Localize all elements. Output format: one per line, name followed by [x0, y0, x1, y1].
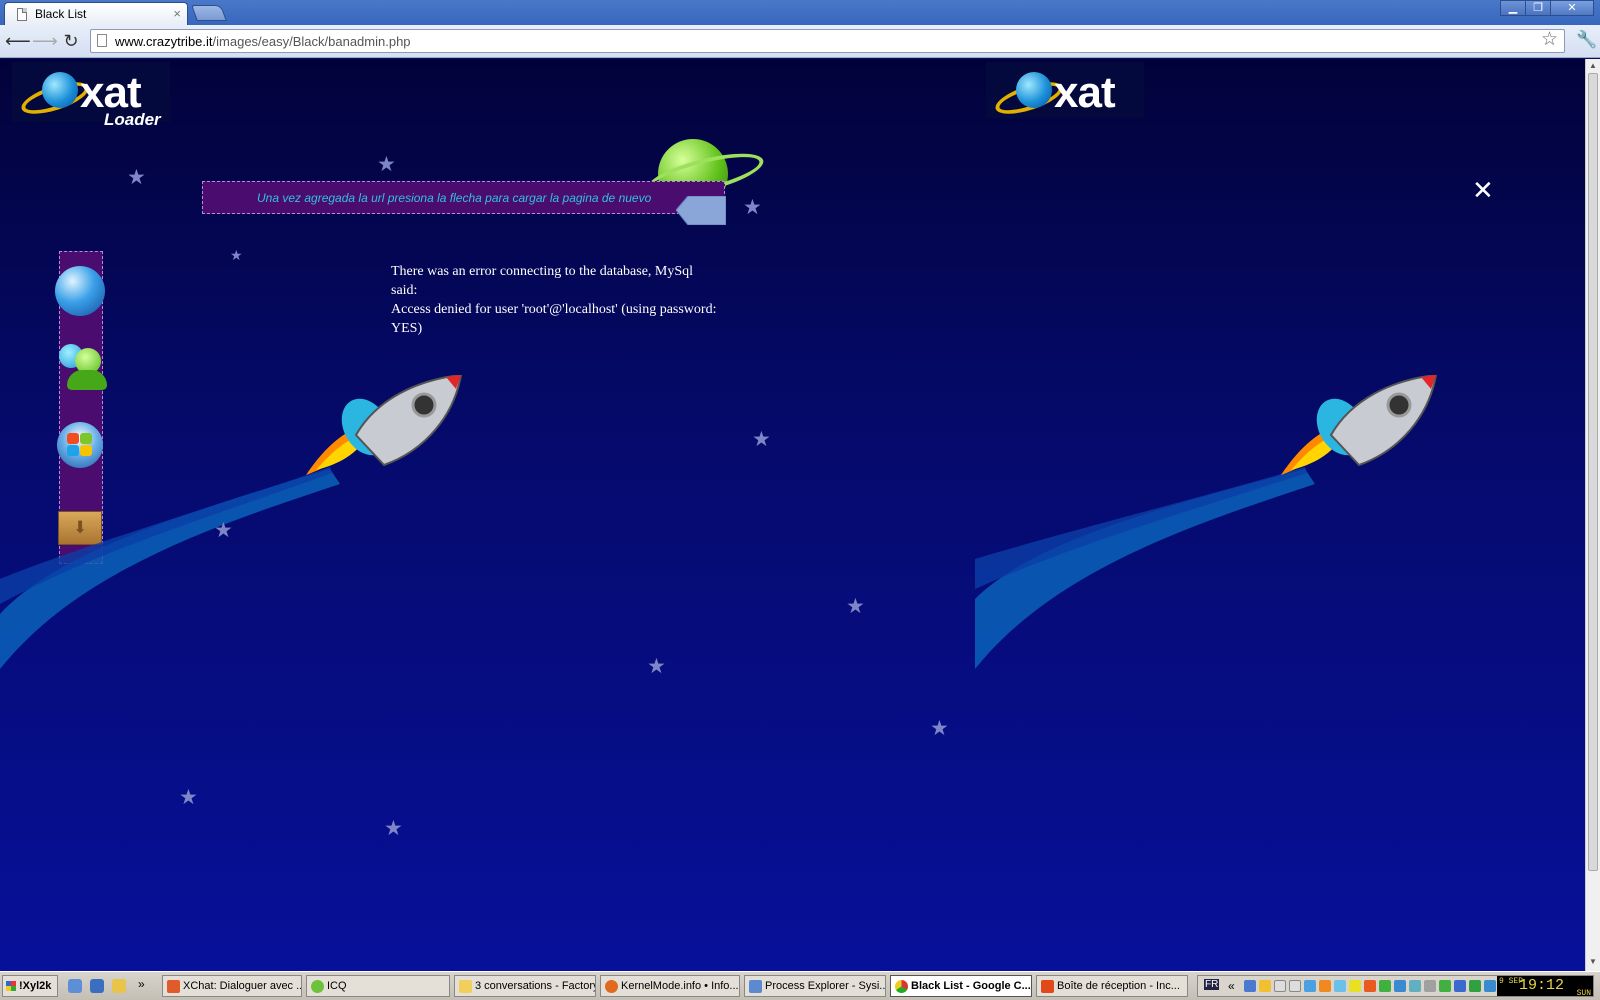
- star-icon: ★: [230, 247, 243, 263]
- tab-strip: Black List × ▁ ❐ ✕: [0, 0, 1600, 25]
- page-icon: [97, 34, 107, 47]
- tray-icon[interactable]: [1379, 980, 1391, 992]
- star-icon: ★: [930, 717, 949, 740]
- db-error-message: There was an error connecting to the dat…: [391, 262, 721, 338]
- logo-globe: [1016, 72, 1052, 108]
- start-icon: [6, 981, 16, 991]
- star-icon: ★: [214, 519, 233, 542]
- star-icon: ★: [179, 786, 198, 809]
- scroll-up-arrow-icon[interactable]: ▲: [1589, 61, 1597, 70]
- page-viewport: xat Loader xat Una vez agregada la url p…: [0, 59, 1585, 971]
- back-arrow-icon[interactable]: ⟵: [5, 31, 31, 53]
- language-indicator[interactable]: FR: [1204, 979, 1220, 990]
- tray-icon[interactable]: [1364, 980, 1376, 992]
- messenger-icon[interactable]: [55, 342, 107, 392]
- globe-icon[interactable]: [55, 266, 105, 316]
- star-icon: ★: [752, 428, 771, 451]
- page-scrollbar[interactable]: ▲ ▼: [1585, 59, 1600, 971]
- new-tab-button[interactable]: [191, 5, 227, 21]
- xat-logo-right: xat: [986, 62, 1144, 121]
- quicklaunch-icon[interactable]: [68, 979, 82, 993]
- taskbar: !Xyl2k » XChat: Dialoguer avec ... ICQ 3…: [0, 971, 1600, 1000]
- folder-icon: [459, 980, 472, 993]
- minimize-button[interactable]: ▁: [1500, 0, 1526, 16]
- logo-globe: [42, 72, 78, 108]
- tray-icon[interactable]: [1439, 980, 1451, 992]
- start-label: !Xyl2k: [19, 980, 52, 992]
- clock[interactable]: 9 SEP 19:12 SUN: [1497, 976, 1593, 998]
- star-icon: ★: [743, 196, 762, 219]
- reload-arrow-icon[interactable]: [676, 196, 726, 225]
- chevron-right-icon[interactable]: »: [138, 977, 145, 991]
- tray-icon[interactable]: [1259, 980, 1271, 992]
- tray-icon[interactable]: [1424, 980, 1436, 992]
- quicklaunch-icon[interactable]: [112, 979, 126, 993]
- tray-icon[interactable]: [1304, 980, 1316, 992]
- tray-icon[interactable]: [1289, 980, 1301, 992]
- url-text: www.crazytribe.it/images/easy/Black/bana…: [115, 34, 411, 49]
- tray-expand-icon[interactable]: «: [1228, 979, 1235, 993]
- icq-icon: [311, 980, 324, 993]
- bookmark-star-icon[interactable]: ☆: [1541, 30, 1558, 49]
- scroll-down-arrow-icon[interactable]: ▼: [1589, 957, 1597, 966]
- close-window-button[interactable]: ✕: [1550, 0, 1594, 16]
- error-line-1: There was an error connecting to the dat…: [391, 264, 694, 298]
- tray-icon[interactable]: [1244, 980, 1256, 992]
- xchat-icon: [167, 980, 180, 993]
- tray-icon[interactable]: [1469, 980, 1481, 992]
- tab-black-list[interactable]: Black List ×: [4, 2, 188, 25]
- start-button[interactable]: !Xyl2k: [2, 975, 58, 997]
- banner-text: Una vez agregada la url presiona la flec…: [257, 191, 652, 205]
- star-icon: ★: [647, 655, 666, 678]
- page-icon: [17, 8, 27, 21]
- tray-icon[interactable]: [1409, 980, 1421, 992]
- task-kernelmode[interactable]: KernelMode.info • Info...: [600, 975, 740, 997]
- instruction-banner: Una vez agregada la url presiona la flec…: [202, 181, 725, 214]
- process-explorer-icon: [749, 980, 762, 993]
- clock-day: SUN: [1576, 989, 1591, 998]
- star-icon: ★: [846, 595, 865, 618]
- star-icon: ★: [127, 166, 146, 189]
- logo-text: xat: [1054, 68, 1116, 117]
- tray-icon[interactable]: [1349, 980, 1361, 992]
- tray-icon[interactable]: [1394, 980, 1406, 992]
- tab-close-icon[interactable]: ×: [173, 6, 181, 21]
- browser-toolbar: ⟵ ⟶ ↻ www.crazytribe.it/images/easy/Blac…: [0, 25, 1600, 58]
- task-black-list-chrome[interactable]: Black List - Google C...: [890, 975, 1032, 997]
- clock-date: 9 SEP: [1499, 977, 1524, 986]
- chrome-icon: [895, 980, 908, 993]
- scrollbar-thumb[interactable]: [1588, 73, 1598, 871]
- window-controls: ▁ ❐ ✕: [1500, 0, 1594, 16]
- rocket-icon: [306, 375, 463, 475]
- task-process-explorer[interactable]: Process Explorer - Sysi...: [744, 975, 886, 997]
- mail-icon: [1041, 980, 1054, 993]
- sparkle-icon: ✕: [1472, 175, 1494, 205]
- task-xchat[interactable]: XChat: Dialoguer avec ...: [162, 975, 302, 997]
- clock-time: 19:12: [1519, 977, 1565, 994]
- reload-icon[interactable]: ↻: [60, 31, 82, 53]
- task-icq[interactable]: ICQ: [306, 975, 450, 997]
- tray-icon[interactable]: [1334, 980, 1346, 992]
- forward-arrow-icon[interactable]: ⟶: [32, 31, 58, 53]
- tray-icon[interactable]: [1454, 980, 1466, 992]
- tray-icon[interactable]: [1319, 980, 1331, 992]
- task-factory[interactable]: 3 conversations - Factory: [454, 975, 596, 997]
- task-inbox[interactable]: Boîte de réception - Inc...: [1036, 975, 1188, 997]
- tray-icon[interactable]: [1484, 980, 1496, 992]
- tray-icon[interactable]: [1274, 980, 1286, 992]
- star-icon: ★: [384, 817, 403, 840]
- star-icon: ★: [377, 153, 396, 176]
- error-line-2: Access denied for user 'root'@'localhost…: [391, 302, 717, 336]
- rocket-icon: [1281, 375, 1438, 475]
- address-bar[interactable]: www.crazytribe.it/images/easy/Black/bana…: [90, 29, 1565, 53]
- firefox-icon: [605, 980, 618, 993]
- logo-subtitle: Loader: [104, 110, 161, 129]
- restore-button[interactable]: ❐: [1525, 0, 1551, 16]
- xat-loader-logo: xat Loader: [12, 62, 170, 129]
- tab-title: Black List: [35, 7, 87, 21]
- quicklaunch-icon[interactable]: [90, 979, 104, 993]
- wrench-menu-icon[interactable]: 🔧: [1576, 30, 1597, 50]
